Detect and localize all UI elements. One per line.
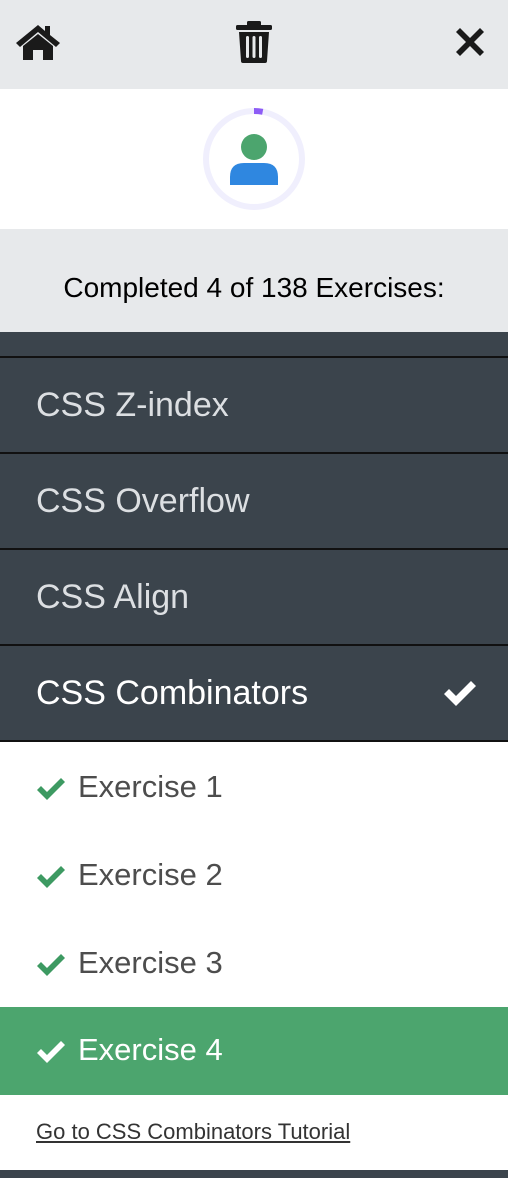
user-avatar-icon [230, 134, 278, 185]
chapter-item-overflow[interactable]: CSS Overflow [0, 454, 508, 550]
chapter-item-align[interactable]: CSS Align [0, 550, 508, 646]
exercise-item-1[interactable]: Exercise 1 [0, 744, 508, 832]
profile-area [0, 89, 508, 229]
checkmark-icon [444, 681, 476, 706]
checkmark-icon [37, 954, 65, 976]
chapter-label: CSS Combinators [36, 674, 309, 712]
progress-summary: Completed 4 of 138 Exercises: [0, 229, 508, 332]
chapter-label: CSS Align [36, 578, 190, 616]
exercise-label: Exercise 1 [78, 769, 223, 804]
trash-icon [236, 21, 272, 63]
chapter-label: CSS Overflow [36, 482, 250, 520]
close-button[interactable] [446, 18, 494, 66]
exercise-label: Exercise 4 [78, 1032, 223, 1067]
home-button[interactable] [14, 18, 62, 66]
exercise-item-2[interactable]: Exercise 2 [0, 832, 508, 920]
chapter-item-combinators[interactable]: CSS Combinators [0, 646, 508, 742]
exercise-item-4[interactable]: Exercise 4 [0, 1007, 508, 1095]
delete-progress-button[interactable] [230, 18, 278, 66]
chapter-item-z-index[interactable]: CSS Z-index [0, 358, 508, 454]
exercise-item-3[interactable]: Exercise 3 [0, 920, 508, 1008]
bottom-edge [0, 1170, 508, 1178]
close-icon [456, 28, 484, 56]
chapter-label: CSS Z-index [36, 386, 229, 424]
checkmark-icon [37, 1041, 65, 1063]
progress-avatar [200, 105, 308, 213]
checkmark-icon [37, 866, 65, 888]
exercise-label: Exercise 2 [78, 857, 223, 892]
completed-count-text: Completed 4 of 138 Exercises: [63, 272, 445, 303]
top-toolbar [0, 0, 508, 89]
tutorial-link[interactable]: Go to CSS Combinators Tutorial [36, 1118, 350, 1146]
chapter-list-top-edge [0, 332, 508, 358]
checkmark-icon [37, 778, 65, 800]
home-icon [16, 25, 60, 60]
exercise-label: Exercise 3 [78, 945, 223, 980]
